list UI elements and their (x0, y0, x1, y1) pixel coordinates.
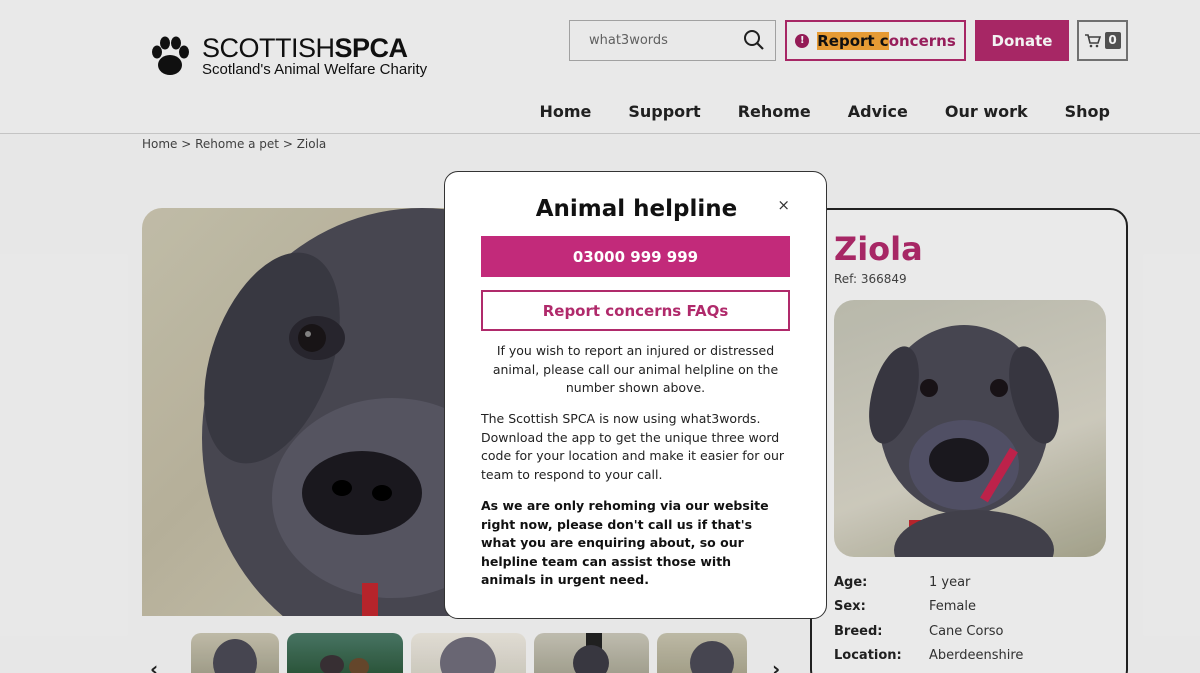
report-concerns-faqs-button[interactable]: Report concerns FAQs (481, 290, 790, 331)
modal-title: Animal helpline (535, 196, 738, 222)
helpline-phone-button[interactable]: 03000 999 999 (481, 236, 790, 277)
animal-helpline-modal: Animal helpline × 03000 999 999 Report c… (444, 171, 827, 619)
modal-intro-text: If you wish to report an injured or dist… (492, 343, 779, 395)
close-icon[interactable]: × (777, 196, 790, 214)
modal-rehoming-notice: As we are only rehoming via our website … (481, 498, 769, 587)
modal-what3words-text: The Scottish SPCA is now using what3word… (481, 411, 785, 482)
